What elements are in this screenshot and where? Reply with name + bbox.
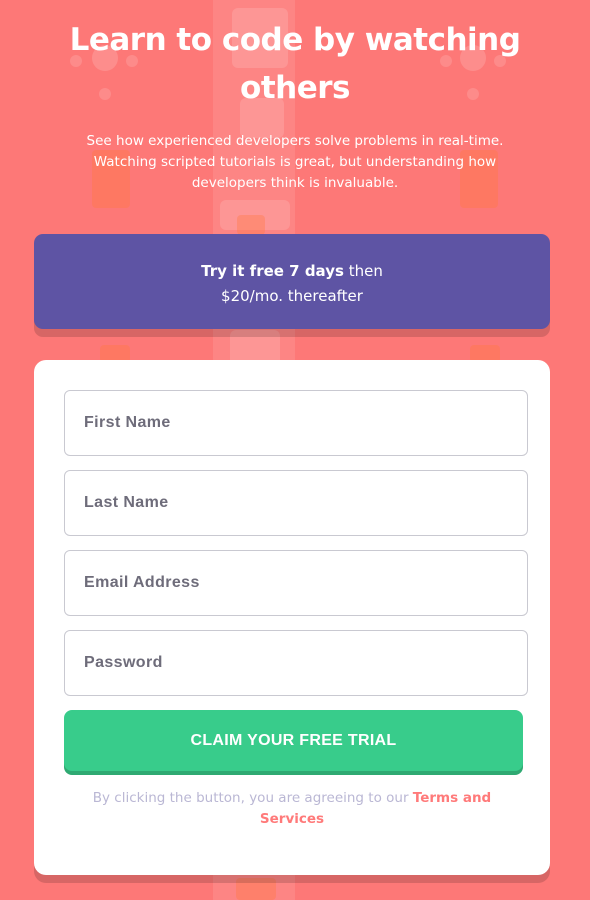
terms-notice: By clicking the button, you are agreeing… [74,788,510,830]
signup-form: CLAIM YOUR FREE TRIAL By clicking the bu… [34,360,550,875]
last-name-field[interactable] [64,470,528,536]
terms-prefix: By clicking the button, you are agreeing… [92,790,413,806]
trial-promo-banner: Try it free 7 days then $20/mo. thereaft… [34,234,550,329]
page-headline: Learn to code by watching others [69,22,521,106]
promo-bold-text: Try it free 7 days [201,262,344,280]
promo-line-1: Try it free 7 days then [34,259,550,284]
promo-price: $20/mo. thereafter [221,287,363,305]
promo-text: then [343,262,383,280]
password-field[interactable] [64,630,528,696]
intro-text: See how experienced developers solve pro… [86,133,504,191]
email-field[interactable] [64,550,528,616]
first-name-field[interactable] [64,390,528,456]
page: Learn to code by watching others See how… [0,0,590,900]
claim-free-trial-button[interactable]: CLAIM YOUR FREE TRIAL [64,710,523,771]
